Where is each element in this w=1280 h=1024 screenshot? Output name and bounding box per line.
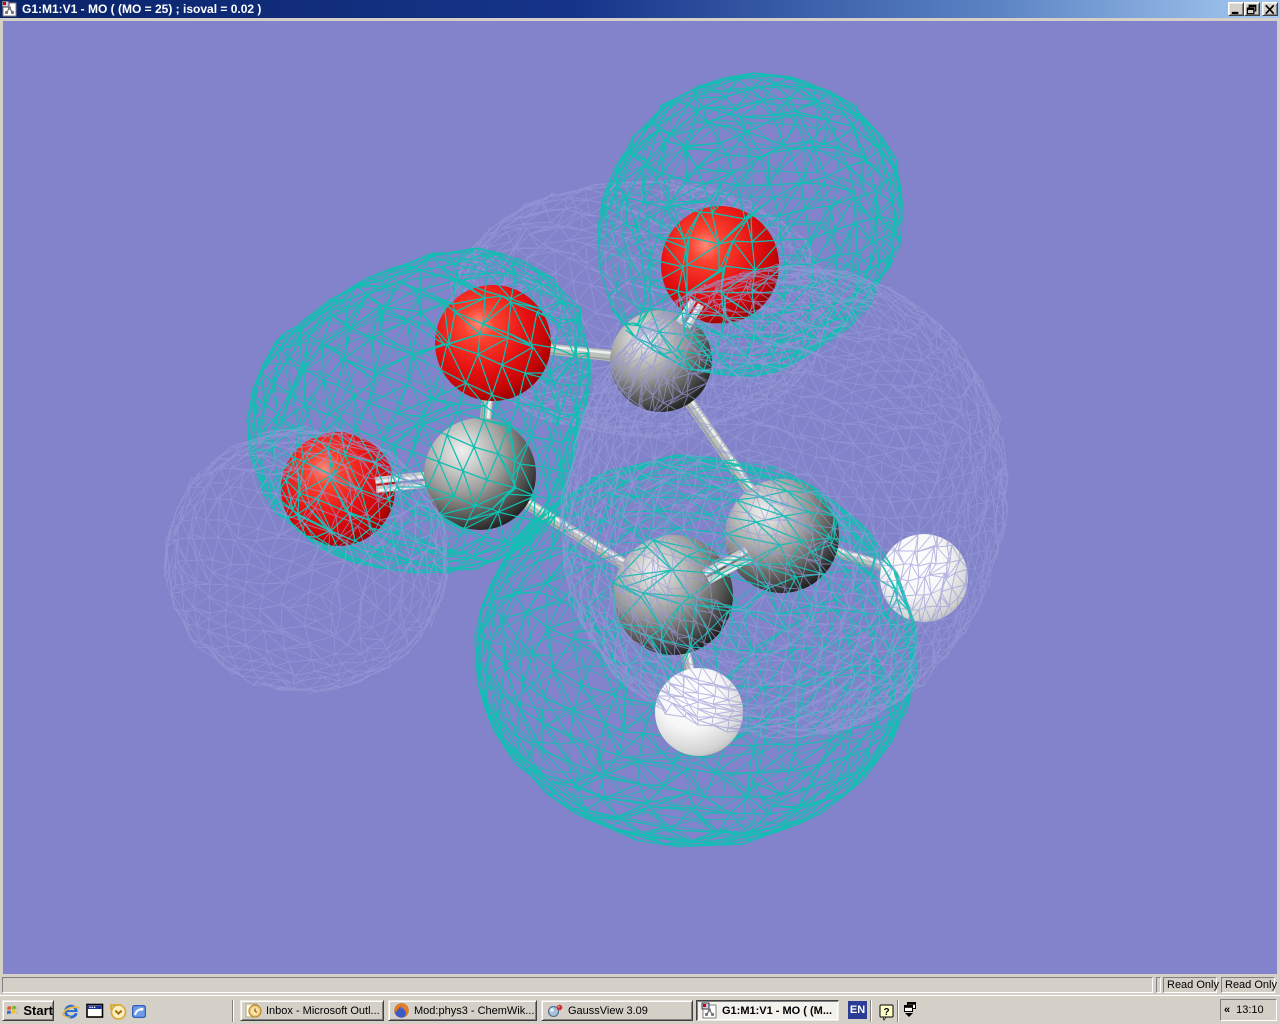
svg-text:?: ? (883, 1007, 889, 1018)
